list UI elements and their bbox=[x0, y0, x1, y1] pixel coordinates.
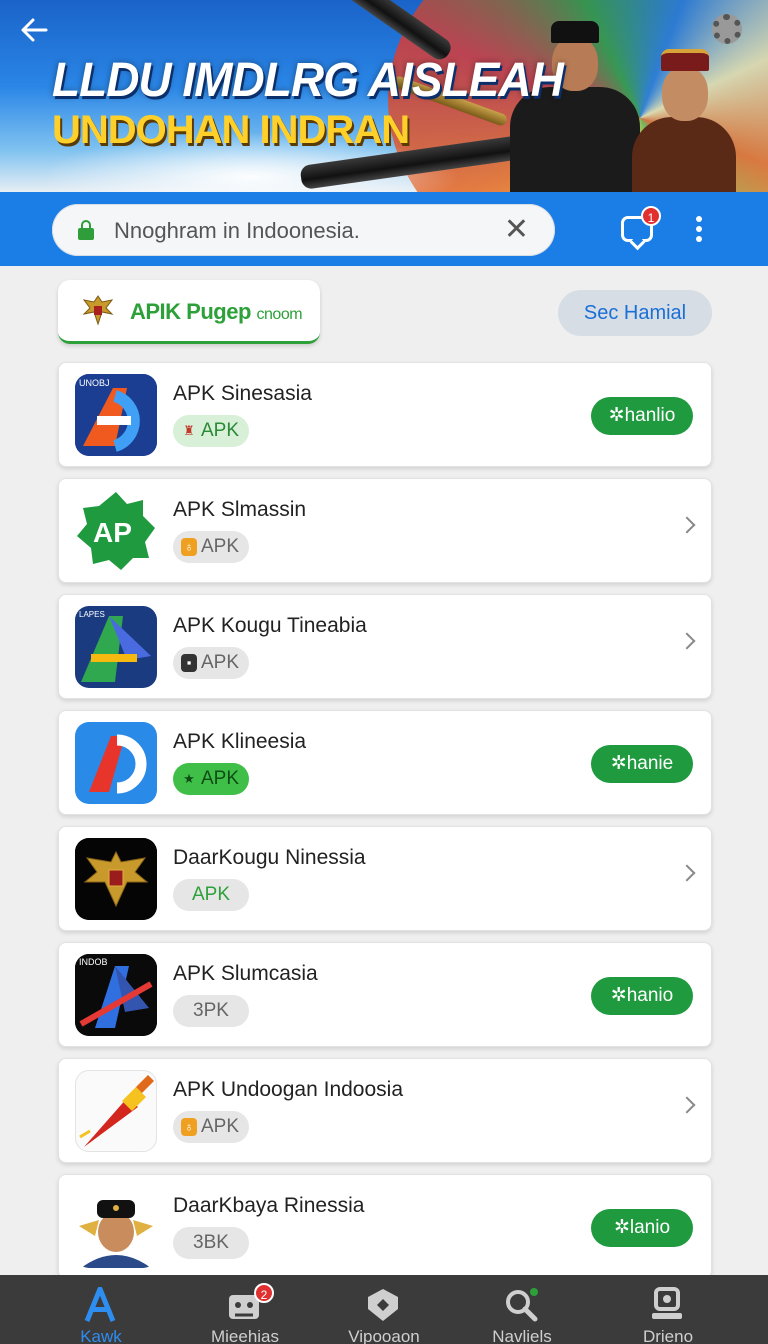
star-icon: ★ bbox=[183, 771, 195, 786]
garuda-emblem-icon bbox=[82, 295, 114, 326]
app-icon: UNOBJ bbox=[75, 374, 157, 456]
install-button[interactable]: ✲hanio bbox=[591, 977, 693, 1015]
shield-icon bbox=[368, 1289, 398, 1321]
app-card[interactable]: LAPES APK Kougu Tineabia ▪ APK bbox=[58, 594, 712, 699]
app-card[interactable]: APK Undoogan Indoosia ♁ APK bbox=[58, 1058, 712, 1163]
nav-label: Miеehias bbox=[210, 1327, 280, 1344]
install-button[interactable]: ✲lanio bbox=[591, 1209, 693, 1247]
app-tag: ★ APK bbox=[173, 763, 249, 795]
app-tag: ♁ APK bbox=[173, 1111, 249, 1143]
package-icon: ♁ bbox=[181, 1118, 197, 1136]
app-icon bbox=[75, 1186, 157, 1268]
app-tag: 3BK bbox=[173, 1227, 249, 1259]
app-tag: ▪ APK bbox=[173, 647, 249, 679]
app-icon-label: INDOB bbox=[79, 957, 108, 967]
app-card[interactable]: UNOBJ APK Sinesasia ♜ APK ✲hanlio bbox=[58, 362, 712, 467]
app-icon bbox=[75, 722, 157, 804]
install-button[interactable]: ✲hanlio bbox=[591, 397, 693, 435]
search-input[interactable]: Nnoghram in Indoonesia. ✕ bbox=[52, 204, 555, 256]
filter-chip-primary[interactable]: APIK Pugep cnoom bbox=[58, 280, 320, 344]
gear-icon bbox=[712, 14, 742, 44]
hero-subtitle: UNDOHAN INDRAN bbox=[52, 108, 410, 152]
bottom-navigation: Kawk 2 Miеehias Vipooaon Navliels Driеno bbox=[0, 1275, 768, 1344]
app-card[interactable]: INDOB APK Slumcasia 3PK ✲hanio bbox=[58, 942, 712, 1047]
app-name: DaarKbaya Rinessia bbox=[173, 1194, 365, 1217]
app-icon: LAPES bbox=[75, 606, 157, 688]
nav-item-home[interactable]: Kawk bbox=[24, 1275, 178, 1344]
app-tag: ♁ APK bbox=[173, 531, 249, 563]
app-icon-label: LAPES bbox=[79, 610, 105, 619]
hero-banner: LLDU IMDLRG AISLEAH UNDOHAN INDRAN bbox=[0, 0, 768, 192]
filter-chip-secondary[interactable]: Sec Hamial bbox=[558, 290, 712, 336]
robot-icon: ▪ bbox=[181, 654, 197, 672]
search-icon bbox=[506, 1288, 538, 1322]
app-card[interactable]: DaarKougu Ninessia APK bbox=[58, 826, 712, 931]
nav-label: Navliels bbox=[492, 1327, 552, 1344]
app-name: APK Slmassin bbox=[173, 498, 307, 521]
notification-badge: 1 bbox=[641, 206, 661, 226]
emblem-icon: ♜ bbox=[183, 423, 195, 438]
back-button[interactable] bbox=[16, 14, 52, 50]
nav-badge: 2 bbox=[254, 1283, 274, 1303]
search-value: Nnoghram in Indoonesia. bbox=[114, 218, 360, 243]
app-icon: AP bbox=[75, 490, 157, 572]
app-name: DaarKougu Ninessia bbox=[173, 846, 366, 869]
app-card[interactable]: DaarKbaya Rinessia 3BK ✲lanio bbox=[58, 1174, 712, 1279]
app-name: APK Kougu Tineabia bbox=[173, 614, 367, 637]
svg-text:AP: AP bbox=[93, 517, 132, 548]
app-name: APK Undoogan Indoosia bbox=[173, 1078, 404, 1101]
arrow-left-icon bbox=[21, 18, 48, 42]
app-name: APK Sinesasia bbox=[173, 382, 312, 405]
hero-title: LLDU IMDLRG AISLEAH bbox=[52, 51, 564, 107]
app-name: APK Slumcasia bbox=[173, 962, 318, 985]
app-list: UNOBJ APK Sinesasia ♜ APK ✲hanlio AP APK… bbox=[58, 362, 712, 1290]
chevron-right-icon[interactable] bbox=[678, 516, 696, 534]
app-icon bbox=[75, 838, 157, 920]
nav-item-security[interactable]: Vipooaon bbox=[307, 1275, 461, 1344]
hero-person-traditional bbox=[628, 27, 738, 192]
nav-label: Driеno bbox=[642, 1327, 694, 1344]
profile-icon bbox=[652, 1287, 682, 1319]
app-tag: APK bbox=[173, 879, 249, 911]
clear-icon[interactable]: ✕ bbox=[504, 214, 529, 246]
app-icon: INDOB bbox=[75, 954, 157, 1036]
nav-label: Vipooaon bbox=[348, 1327, 420, 1344]
install-button[interactable]: ✲hanie bbox=[591, 745, 693, 783]
top-bar: Nnoghram in Indoonesia. ✕ 1 bbox=[0, 192, 768, 266]
app-tag: 3PK bbox=[173, 995, 249, 1027]
chevron-right-icon[interactable] bbox=[678, 632, 696, 650]
lock-icon bbox=[78, 220, 94, 240]
chevron-right-icon[interactable] bbox=[678, 1096, 696, 1114]
app-tag: ♜ APK bbox=[173, 415, 249, 447]
app-icon-label: UNOBJ bbox=[79, 378, 110, 388]
app-store-icon bbox=[84, 1287, 116, 1322]
more-vertical-icon[interactable] bbox=[690, 214, 708, 246]
nav-label: Kawk bbox=[80, 1327, 122, 1344]
nav-item-games[interactable]: 2 Miеehias bbox=[168, 1275, 322, 1344]
nav-item-profile[interactable]: Driеno bbox=[591, 1275, 745, 1344]
app-card[interactable]: APK Klineesia ★ APK ✲hanie bbox=[58, 710, 712, 815]
app-card[interactable]: AP APK Slmassin ♁ APK bbox=[58, 478, 712, 583]
filter-chip-primary-label: APIK Pugep cnoom bbox=[130, 299, 303, 324]
package-icon: ♁ bbox=[181, 538, 197, 556]
app-icon bbox=[75, 1070, 157, 1152]
nav-item-search[interactable]: Navliels bbox=[445, 1275, 599, 1344]
app-name: APK Klineesia bbox=[173, 730, 307, 753]
chevron-right-icon[interactable] bbox=[678, 864, 696, 882]
